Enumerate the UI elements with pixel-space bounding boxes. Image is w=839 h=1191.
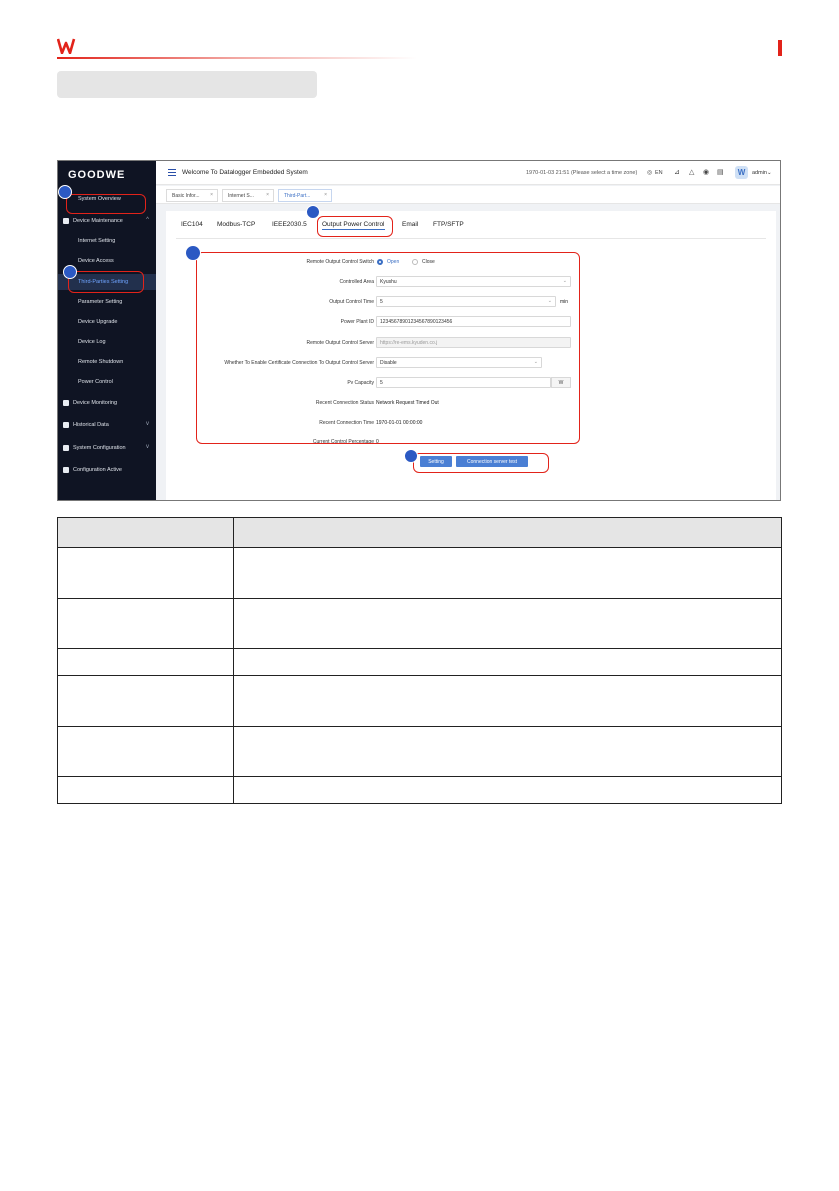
chevron-down-icon: v	[146, 421, 149, 427]
table-row	[58, 599, 781, 649]
header-page-mark	[778, 40, 782, 56]
topbar-time[interactable]: 1970-01-03 21:51 (Please select a time z…	[526, 170, 637, 176]
document-icon	[63, 467, 69, 473]
sidebar-item-device-log[interactable]: Device Log	[58, 334, 156, 350]
shield-icon	[63, 218, 69, 224]
sidebar-item-label: Device Monitoring	[73, 400, 118, 406]
callout-box-output-power-tab	[317, 216, 393, 237]
sidebar-item-label: Configuration Active	[73, 467, 122, 473]
gear-icon	[63, 445, 69, 451]
topbar: Welcome To Datalogger Embedded System 19…	[156, 161, 780, 185]
sidebar-item-historical-data[interactable]: Historical Data v	[58, 417, 156, 433]
sidebar-item-device-upgrade[interactable]: Device Upgrade	[58, 314, 156, 330]
sidebar-item-internet-setting[interactable]: Internet Setting	[58, 233, 156, 249]
sidebar-item-configuration-active[interactable]: Configuration Active	[58, 462, 156, 478]
table-row	[58, 777, 781, 803]
tab-modbus-tcp[interactable]: Modbus-TCP	[217, 221, 255, 228]
header-line	[57, 57, 417, 59]
callout-box-third-parties	[68, 271, 144, 293]
menu-icon[interactable]	[168, 169, 176, 176]
chart-icon	[63, 422, 69, 428]
tab-iec104[interactable]: IEC104	[181, 221, 203, 228]
document-icon[interactable]: ▤	[717, 168, 724, 176]
callout-marker-1	[58, 185, 72, 199]
description-table	[57, 517, 782, 804]
language-label[interactable]: EN	[655, 170, 663, 176]
callout-box-system-overview	[66, 194, 146, 214]
callout-box-form	[196, 252, 580, 444]
callout-marker-2	[63, 265, 77, 279]
sidebar-item-system-configuration[interactable]: System Configuration v	[58, 440, 156, 456]
callout-marker-4	[185, 245, 201, 261]
tab-bar: Basic Infor... × Internet S... × Third-Par…	[156, 186, 780, 204]
alert-icon[interactable]: △	[689, 168, 694, 176]
chevron-up-icon: ^	[146, 217, 149, 223]
sidebar-logo: GOODWE	[68, 169, 126, 181]
table-row	[58, 676, 781, 727]
chevron-down-icon: v	[146, 444, 149, 450]
sidebar-item-label: Device Maintenance	[73, 218, 123, 224]
user-name: admin	[752, 170, 767, 176]
tab-label: Basic Infor...	[172, 192, 200, 199]
tab-third-parties[interactable]: Third-Part... ×	[278, 189, 332, 202]
tab-ieee2030[interactable]: IEEE2030.5	[272, 221, 307, 228]
table-row	[58, 727, 781, 777]
tab-basic-info[interactable]: Basic Infor... ×	[166, 189, 218, 202]
table-cell	[58, 599, 234, 648]
table-row	[58, 649, 781, 676]
section-title-bar	[57, 71, 317, 98]
sidebar-item-parameter-setting[interactable]: Parameter Setting	[58, 294, 156, 310]
close-icon[interactable]: ×	[210, 192, 213, 198]
tab-label: Internet S...	[228, 192, 254, 199]
tab-email[interactable]: Email	[402, 221, 418, 228]
sidebar-item-power-control[interactable]: Power Control	[58, 374, 156, 390]
table-cell	[58, 649, 234, 675]
globe-icon[interactable]: ◎	[647, 169, 652, 176]
table-cell	[58, 777, 234, 803]
sidebar-item-label: Historical Data	[73, 422, 109, 428]
callout-marker-5	[404, 449, 418, 463]
table-cell	[58, 548, 234, 598]
sidebar-item-device-monitoring[interactable]: Device Monitoring	[58, 395, 156, 411]
sidebar-item-device-maintenance[interactable]: Device Maintenance ^	[58, 213, 156, 229]
callout-box-buttons	[413, 453, 549, 473]
tab-label: Third-Part...	[284, 192, 311, 199]
callout-marker-3	[306, 205, 320, 219]
brand-logo	[57, 38, 76, 54]
sidebar-item-label: System Configuration	[73, 445, 126, 451]
tab-ftp-sftp[interactable]: FTP/SFTP	[433, 221, 464, 228]
table-cell	[58, 727, 234, 776]
monitor-icon	[63, 400, 69, 406]
table-cell	[58, 518, 234, 547]
avatar[interactable]: W	[735, 166, 748, 179]
table-header	[58, 518, 781, 548]
signal-icon[interactable]: ⊿	[674, 168, 680, 176]
user-menu[interactable]: admin⌄	[752, 170, 772, 176]
sidebar-item-remote-shutdown[interactable]: Remote Shutdown	[58, 354, 156, 370]
tab-internet-setting[interactable]: Internet S... ×	[222, 189, 274, 202]
settings-icon[interactable]: ◉	[703, 168, 709, 176]
close-icon[interactable]: ×	[266, 192, 269, 198]
tab-divider	[176, 238, 766, 239]
table-row	[58, 548, 781, 599]
topbar-title: Welcome To Datalogger Embedded System	[182, 169, 308, 176]
table-cell	[58, 676, 234, 726]
close-icon[interactable]: ×	[324, 192, 327, 198]
embedded-screenshot: GOODWE System Overview Device Maintenanc…	[57, 160, 781, 501]
